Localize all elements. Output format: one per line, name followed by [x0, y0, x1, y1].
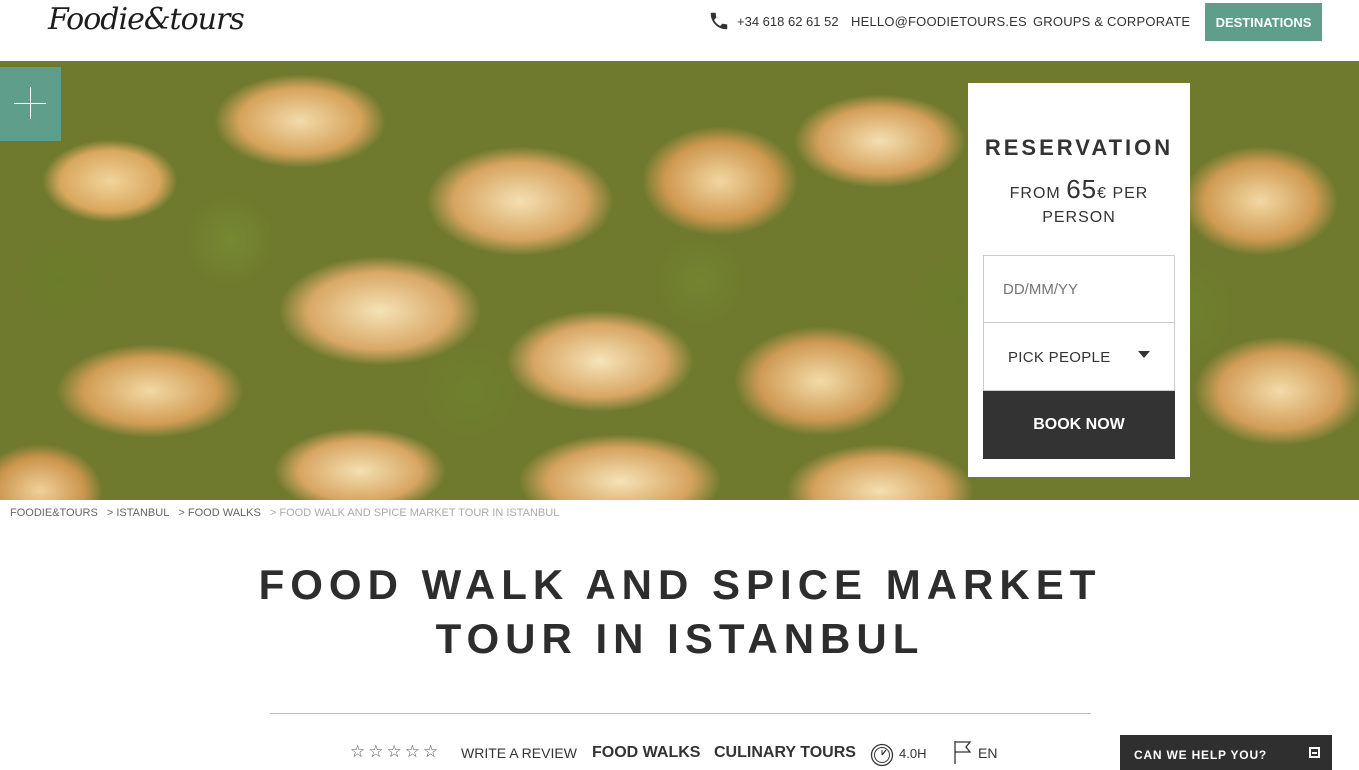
date-input[interactable] [983, 255, 1175, 323]
chevron-down-icon [1138, 351, 1150, 358]
language-text: EN [978, 745, 998, 761]
phone-icon [710, 12, 728, 30]
divider [270, 713, 1091, 714]
book-now-button[interactable]: BOOK NOW [983, 391, 1175, 459]
flag-icon [954, 741, 972, 764]
price-prefix: FROM [1009, 185, 1061, 202]
price-amount: 65 [1066, 174, 1098, 204]
reservation-title: RESERVATION [984, 135, 1174, 160]
help-chat-label: CAN WE HELP YOU? [1134, 748, 1268, 762]
site-header: Foodie&tours +34 618 62 61 52 HELLO@FOOD… [0, 0, 1359, 61]
rating-stars[interactable]: ☆☆☆☆☆ [350, 742, 441, 762]
category-food-walks[interactable]: FOOD WALKS [592, 744, 700, 762]
destinations-button[interactable]: DESTINATIONS [1205, 3, 1322, 41]
site-logo[interactable]: Foodie&tours [48, 2, 245, 37]
clock-icon [870, 743, 894, 767]
reservation-box: RESERVATION FROM 65€ PER PERSON PICK PEO… [968, 83, 1190, 477]
email-link[interactable]: HELLO@FOODIETOURS.ES [851, 14, 1027, 29]
breadcrumb-istanbul[interactable]: > ISTANBUL [107, 507, 169, 519]
phone-link[interactable]: +34 618 62 61 52 [737, 14, 839, 29]
page-title: FOOD WALK AND SPICE MARKET TOUR IN ISTAN… [258, 561, 1102, 662]
pick-people-select[interactable]: PICK PEOPLE [983, 322, 1175, 391]
pick-people-label: PICK PEOPLE [1008, 349, 1111, 366]
minimize-icon[interactable] [1309, 747, 1320, 758]
breadcrumb-home[interactable]: FOODIE&TOURS [10, 507, 98, 519]
expand-plus-button[interactable] [0, 67, 61, 141]
duration-text: 4.0H [899, 746, 927, 761]
write-review-link[interactable]: WRITE A REVIEW [461, 745, 577, 761]
reservation-price: FROM 65€ PER PERSON [988, 174, 1170, 230]
groups-corporate-link[interactable]: GROUPS & CORPORATE [1033, 14, 1190, 29]
breadcrumb: FOODIE&TOURS > ISTANBUL > FOOD WALKS > F… [10, 507, 565, 519]
breadcrumb-current: > FOOD WALK AND SPICE MARKET TOUR IN IST… [269, 507, 560, 519]
category-culinary-tours[interactable]: CULINARY TOURS [714, 744, 856, 762]
breadcrumb-food-walks[interactable]: > FOOD WALKS [178, 507, 260, 519]
help-chat-widget[interactable]: CAN WE HELP YOU? [1120, 735, 1332, 770]
hero-image: RESERVATION FROM 65€ PER PERSON PICK PEO… [0, 61, 1359, 500]
